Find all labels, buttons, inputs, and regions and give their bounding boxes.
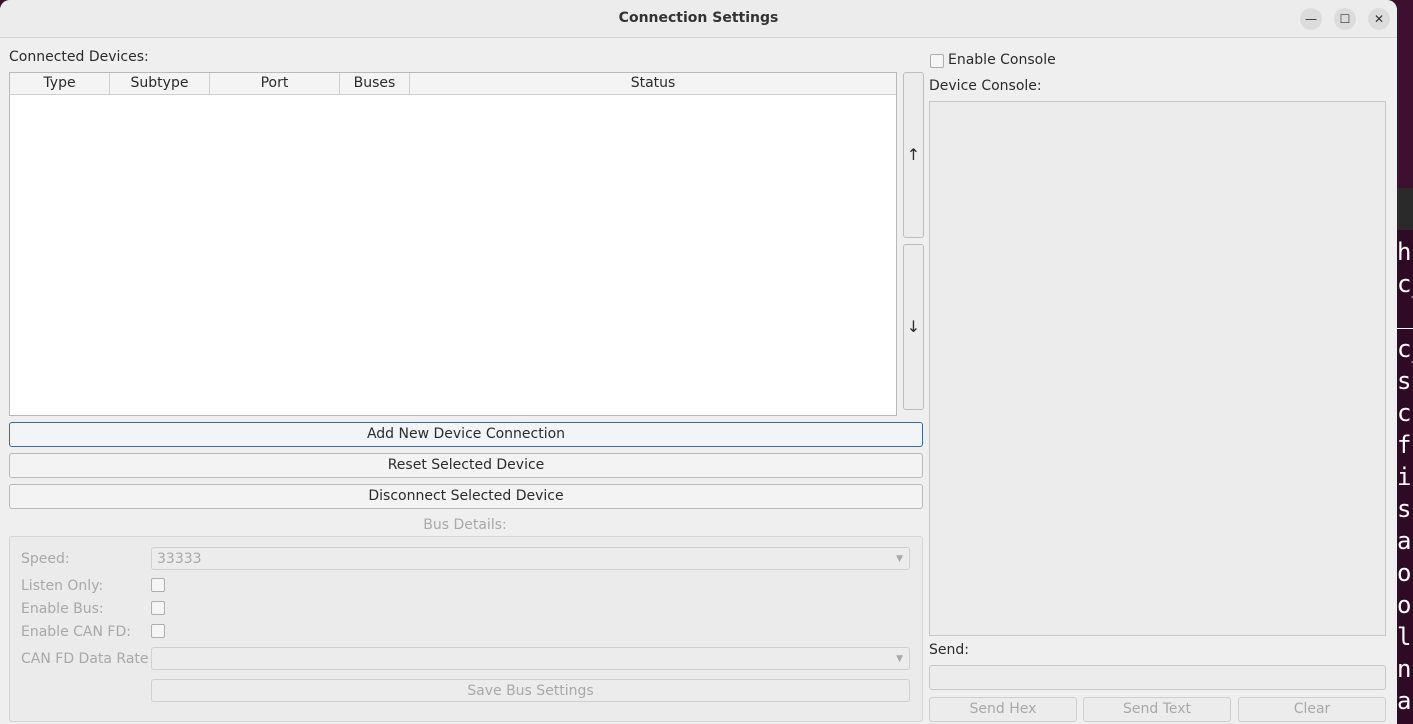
move-down-button[interactable]: ↓: [903, 244, 924, 410]
terminal-line: i: [1397, 463, 1412, 491]
terminal-line: se: [1397, 367, 1413, 395]
window-title: Connection Settings: [618, 10, 779, 26]
listen-only-label: Listen Only:: [21, 578, 104, 594]
connection-settings-window: Connection Settings — ☐ ✕ Connected Devi…: [0, 0, 1397, 724]
listen-only-checkbox[interactable]: [151, 578, 165, 592]
move-up-button[interactable]: ↑: [903, 72, 924, 238]
terminal-line: ac: [1397, 527, 1413, 555]
title-bar[interactable]: Connection Settings — ☐ ✕: [0, 0, 1397, 38]
arrow-up-icon: ↑: [906, 145, 921, 164]
close-button[interactable]: ✕: [1368, 8, 1390, 30]
chevron-down-icon: ▼: [896, 554, 903, 564]
reset-device-button[interactable]: Reset Selected Device: [9, 453, 923, 478]
speed-select[interactable]: 33333 ▼: [151, 547, 910, 570]
add-device-button[interactable]: Add New Device Connection: [9, 422, 923, 447]
maximize-button[interactable]: ☐: [1334, 8, 1356, 30]
connected-devices-label: Connected Devices:: [9, 49, 149, 65]
clear-button[interactable]: Clear: [1238, 697, 1386, 722]
send-input[interactable]: [929, 665, 1386, 690]
speed-value: 33333: [157, 551, 202, 567]
enable-canfd-label: Enable CAN FD:: [21, 624, 131, 640]
arrow-down-icon: ↓: [906, 317, 921, 336]
send-hex-button[interactable]: Send Hex: [929, 697, 1077, 722]
bus-details-title: Bus Details:: [423, 517, 507, 533]
chevron-down-icon: ▼: [896, 654, 903, 664]
terminal-line: o: [1397, 559, 1412, 587]
terminal-toolbar: [1397, 188, 1413, 230]
enable-bus-label: Enable Bus:: [21, 601, 104, 617]
terminal-line: c_: [1397, 270, 1413, 298]
enable-bus-checkbox[interactable]: [151, 601, 165, 615]
terminal-line: o: [1397, 591, 1412, 619]
terminal-line: f: [1397, 431, 1412, 459]
terminal-line: a: [1397, 687, 1412, 715]
terminal-line: n: [1397, 655, 1412, 683]
column-header-type[interactable]: Type: [10, 73, 110, 94]
device-console-output[interactable]: [929, 101, 1386, 636]
column-header-buses[interactable]: Buses: [340, 73, 410, 94]
terminal-header: [1397, 0, 1413, 188]
terminal-separator: [1397, 328, 1413, 329]
send-label: Send:: [929, 642, 969, 658]
terminal-line: l: [1397, 623, 1412, 651]
terminal-line: c_: [1397, 335, 1413, 363]
send-text-button[interactable]: Send Text: [1083, 697, 1231, 722]
device-console-label: Device Console:: [929, 78, 1042, 94]
enable-console-label: Enable Console: [948, 52, 1056, 68]
canfd-data-rate-label: CAN FD Data Rate: [21, 651, 149, 667]
column-header-subtype[interactable]: Subtype: [110, 73, 210, 94]
save-bus-settings-button[interactable]: Save Bus Settings: [151, 679, 910, 702]
column-header-status[interactable]: Status: [410, 73, 896, 94]
disconnect-device-button[interactable]: Disconnect Selected Device: [9, 484, 923, 509]
enable-canfd-checkbox[interactable]: [151, 624, 165, 638]
devices-table-header: Type Subtype Port Buses Status: [10, 73, 896, 95]
column-header-port[interactable]: Port: [210, 73, 340, 94]
terminal-line: s: [1397, 495, 1412, 523]
terminal-line: he: [1397, 238, 1413, 266]
devices-table[interactable]: Type Subtype Port Buses Status: [9, 72, 897, 416]
background-terminal: he c_ c_ se c f i s ac o o l n a: [1397, 0, 1413, 724]
terminal-line: c: [1397, 399, 1412, 427]
minimize-button[interactable]: —: [1300, 8, 1322, 30]
speed-label: Speed:: [21, 551, 70, 567]
canfd-data-rate-select[interactable]: ▼: [151, 647, 910, 670]
enable-console-checkbox[interactable]: [930, 54, 944, 68]
